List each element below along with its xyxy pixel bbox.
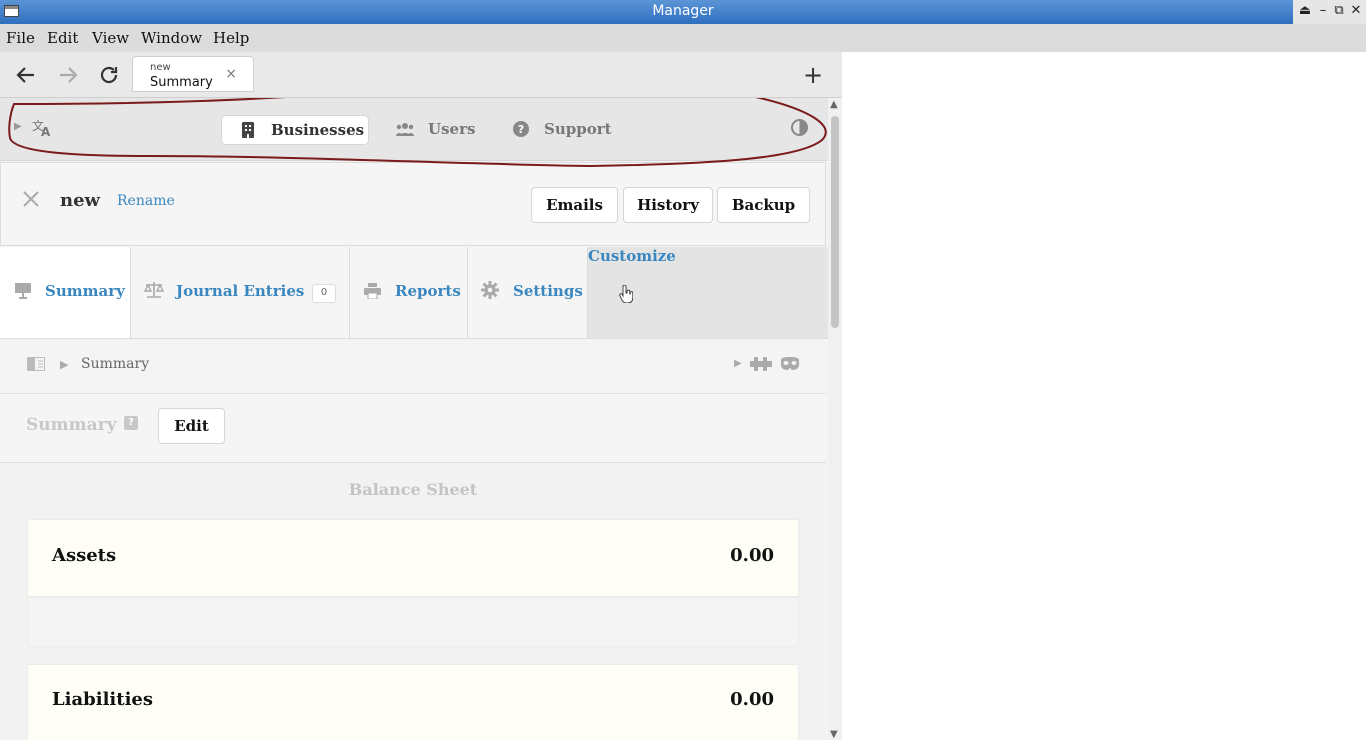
printer-icon <box>364 283 381 299</box>
edit-button[interactable]: Edit <box>158 408 225 444</box>
emails-button[interactable]: Emails <box>531 187 618 223</box>
tab-subtitle: new <box>150 62 171 73</box>
close-window-icon[interactable]: ✕ <box>1348 2 1364 20</box>
nav-users[interactable]: Users <box>390 115 490 143</box>
tab-settings-label: Settings <box>513 282 583 300</box>
window-controls: ⏏ – ⧉ ✕ <box>1293 0 1366 24</box>
nav-support-label: Support <box>544 120 612 138</box>
presentation-icon <box>15 283 31 299</box>
browser-toolbar: new Summary × + <box>0 52 842 98</box>
menu-bar: File Edit View Window Help <box>0 24 1366 52</box>
tab-title: Summary <box>150 75 213 90</box>
minimize-icon[interactable]: – <box>1315 2 1331 20</box>
breadcrumb-separator-icon: ▶ <box>60 358 69 371</box>
backup-button[interactable]: Backup <box>717 187 810 223</box>
menu-view[interactable]: View <box>92 29 129 47</box>
expand-arrow-icon[interactable]: ▶ <box>14 121 22 132</box>
app-nav-bar: ▶ 文A Businesses Users ? Support <box>0 98 828 161</box>
contrast-icon[interactable] <box>791 119 808 136</box>
menu-edit[interactable]: Edit <box>47 29 78 47</box>
balance-sheet-heading: Balance Sheet <box>348 480 478 499</box>
svg-text:?: ? <box>518 123 524 136</box>
translate-icon[interactable]: 文A <box>32 118 54 138</box>
hand-cursor-icon <box>619 285 633 303</box>
tab-journal-label: Journal Entries <box>176 282 305 300</box>
nav-businesses[interactable]: Businesses <box>221 115 369 145</box>
building-icon <box>242 122 254 138</box>
tab-settings[interactable]: Settings <box>468 247 588 338</box>
mask-icon[interactable] <box>780 357 800 371</box>
eject-icon[interactable]: ⏏ <box>1297 2 1313 20</box>
assets-card: Assets 0.00 <box>27 519 799 597</box>
breadcrumb: ▶ Summary ▶ <box>0 339 826 394</box>
content-area: ▶ 文A Businesses Users ? Support new Rena… <box>0 98 828 740</box>
gear-icon <box>481 281 499 299</box>
help-icon[interactable]: ? <box>124 416 138 430</box>
balance-sheet: Balance Sheet Assets 0.00 Liabilities 0.… <box>0 463 826 740</box>
tab-reports-label: Reports <box>395 282 461 300</box>
breadcrumb-current[interactable]: Summary <box>81 356 149 372</box>
balance-scale-icon <box>144 281 164 299</box>
business-name: new <box>60 190 101 211</box>
nav-users-label: Users <box>428 120 476 138</box>
scroll-down-icon[interactable]: ▼ <box>830 729 838 740</box>
tab-journal-entries[interactable]: Journal Entries 0 <box>131 247 350 338</box>
liabilities-card: Liabilities 0.00 <box>27 664 799 740</box>
scroll-up-icon[interactable]: ▲ <box>830 99 838 110</box>
module-tabs: Summary Journal Entries 0 Reports Settin… <box>0 247 828 339</box>
browser-tab-summary[interactable]: new Summary × <box>132 56 254 92</box>
new-tab-button[interactable]: + <box>803 61 823 89</box>
question-circle-icon: ? <box>513 121 529 137</box>
users-icon <box>396 122 414 136</box>
restore-icon[interactable]: ⧉ <box>1331 2 1347 20</box>
assets-value: 0.00 <box>730 545 774 566</box>
close-business-icon[interactable] <box>21 189 41 209</box>
history-button[interactable]: History <box>623 187 713 223</box>
window-title: Manager <box>652 3 714 19</box>
forward-arrow-icon[interactable] <box>55 62 81 88</box>
menu-help[interactable]: Help <box>213 29 249 47</box>
nav-support[interactable]: ? Support <box>508 115 618 143</box>
journal-count-badge: 0 <box>312 284 336 303</box>
menu-window[interactable]: Window <box>141 29 202 47</box>
tab-close-icon[interactable]: × <box>225 66 237 82</box>
toolbar-arrow-icon[interactable]: ▶ <box>734 358 742 369</box>
liabilities-value: 0.00 <box>730 689 774 710</box>
window-title-bar: Manager ⏏ – ⧉ ✕ <box>0 0 1366 24</box>
business-header: new Rename Emails History Backup <box>0 162 826 246</box>
nav-businesses-label: Businesses <box>271 121 365 139</box>
menu-file[interactable]: File <box>6 29 35 47</box>
assets-label: Assets <box>52 545 117 566</box>
summary-header: Summary ? Edit <box>0 394 826 463</box>
reload-icon[interactable] <box>96 62 122 88</box>
tab-customize[interactable]: Customize <box>588 247 828 338</box>
puzzle-icon[interactable] <box>750 356 772 372</box>
svg-text:A: A <box>41 125 51 138</box>
back-arrow-icon[interactable] <box>13 62 39 88</box>
tab-summary-label: Summary <box>45 282 125 300</box>
tab-summary[interactable]: Summary <box>0 247 131 338</box>
rename-link[interactable]: Rename <box>117 193 175 209</box>
summary-title: Summary <box>26 415 117 435</box>
scrollbar-thumb[interactable] <box>831 116 839 328</box>
vertical-scrollbar[interactable]: ▲ ▼ <box>828 98 842 740</box>
sidebar-toggle-icon[interactable] <box>27 357 45 371</box>
liabilities-label: Liabilities <box>52 689 153 710</box>
assets-body <box>27 597 799 647</box>
tab-reports[interactable]: Reports <box>350 247 468 338</box>
tab-customize-label: Customize <box>588 247 676 265</box>
